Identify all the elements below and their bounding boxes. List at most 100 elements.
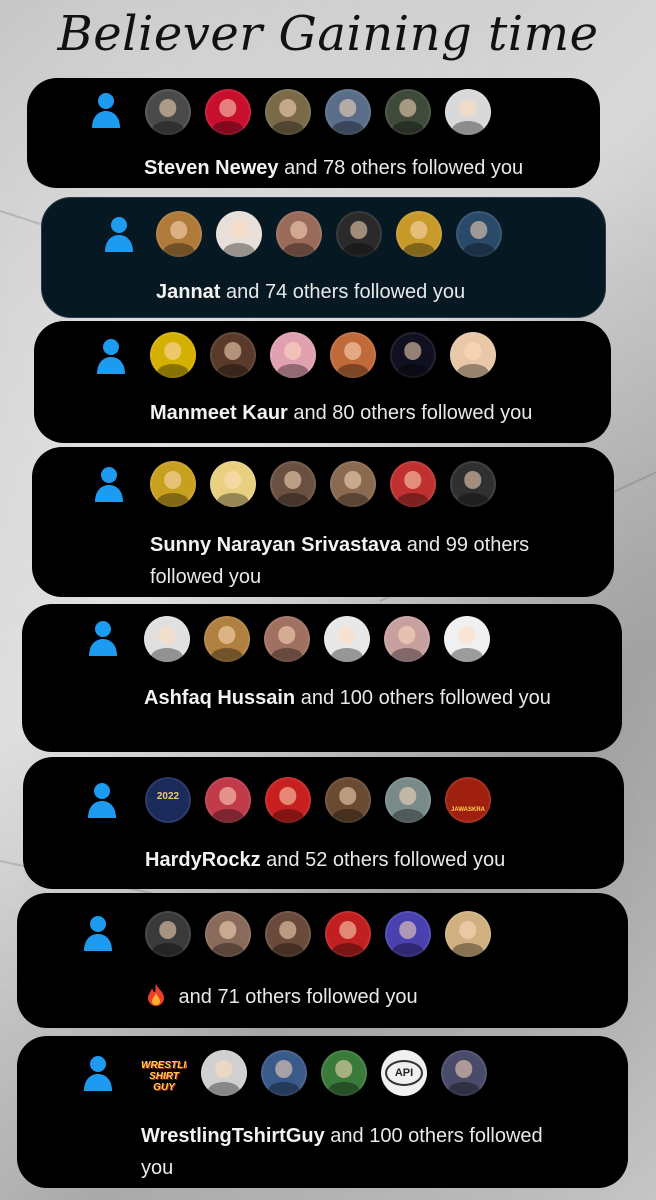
follower-avatar[interactable] — [330, 461, 376, 507]
follower-name[interactable]: WrestlingTshirtGuy — [141, 1125, 325, 1147]
follower-avatar[interactable] — [445, 89, 491, 135]
follower-avatar[interactable] — [276, 211, 322, 257]
follower-avatar[interactable] — [324, 616, 370, 662]
follower-avatar[interactable] — [204, 616, 250, 662]
notification-text[interactable]: Sunny Narayan Srivastava and 99 others f… — [150, 529, 590, 593]
follower-avatar[interactable] — [330, 332, 376, 378]
follower-avatar[interactable] — [150, 332, 196, 378]
follow-notification-card[interactable]: and 71 others followed you — [17, 893, 628, 1028]
follower-avatar[interactable] — [321, 1050, 367, 1096]
avatar-face — [350, 221, 368, 239]
follower-avatar[interactable] — [216, 211, 262, 257]
follower-avatar[interactable] — [384, 616, 430, 662]
notification-text[interactable]: HardyRockz and 52 others followed you — [145, 844, 605, 876]
follower-avatar[interactable] — [150, 461, 196, 507]
avatar-face — [224, 471, 242, 489]
follower-avatar[interactable] — [270, 461, 316, 507]
follower-avatar[interactable] — [210, 332, 256, 378]
follower-avatar[interactable]: WRESTLING SHIRT GUY — [141, 1050, 187, 1096]
avatar-face — [344, 471, 362, 489]
avatar-body — [402, 243, 436, 257]
follower-avatar[interactable] — [205, 89, 251, 135]
follower-name[interactable]: Manmeet Kaur — [150, 402, 288, 424]
follower-avatar[interactable] — [144, 616, 190, 662]
follower-avatar[interactable] — [145, 89, 191, 135]
notification-text[interactable]: Jannat and 74 others followed you — [156, 276, 596, 308]
avatar-body — [327, 1082, 361, 1096]
avatar-body — [156, 364, 190, 378]
follower-avatar[interactable] — [444, 616, 490, 662]
follower-name[interactable]: Ashfaq Hussain — [144, 687, 295, 709]
follower-avatar[interactable] — [265, 89, 311, 135]
avatar-face — [455, 1060, 473, 1078]
follower-avatar[interactable] — [441, 1050, 487, 1096]
follower-avatar[interactable] — [265, 911, 311, 957]
avatar-face — [399, 921, 417, 939]
follower-name[interactable]: Jannat — [156, 281, 220, 303]
follower-avatar[interactable] — [145, 911, 191, 957]
avatar-body — [396, 364, 430, 378]
person-icon — [81, 1053, 115, 1093]
avatar-body — [151, 121, 185, 135]
follower-avatar[interactable] — [325, 911, 371, 957]
notification-text[interactable]: and 71 others followed you — [145, 981, 585, 1013]
follower-avatar[interactable] — [396, 211, 442, 257]
follower-avatar[interactable] — [385, 777, 431, 823]
follower-avatar[interactable] — [390, 332, 436, 378]
follower-avatar[interactable] — [264, 616, 310, 662]
notification-suffix: and 100 others followed you — [295, 687, 551, 709]
follower-avatar[interactable]: 2022 — [145, 777, 191, 823]
avatar-body — [396, 493, 430, 507]
follower-avatar[interactable] — [385, 89, 431, 135]
follower-name[interactable]: Sunny Narayan Srivastava — [150, 534, 401, 556]
avatar-body — [450, 648, 484, 662]
follow-notification-card[interactable]: 2022 JAWASKRA HardyRockz and 52 others fo… — [23, 757, 624, 889]
follower-name[interactable]: HardyRockz — [145, 849, 261, 871]
notification-text[interactable]: Ashfaq Hussain and 100 others followed y… — [144, 682, 594, 714]
follower-avatar[interactable] — [205, 777, 251, 823]
follower-avatar[interactable] — [325, 777, 371, 823]
avatar-face — [338, 626, 356, 644]
avatar-face — [404, 342, 422, 360]
follower-avatar[interactable] — [270, 332, 316, 378]
follower-avatar[interactable]: API — [381, 1050, 427, 1096]
follow-notification-card[interactable]: Sunny Narayan Srivastava and 99 others f… — [32, 447, 614, 597]
avatar-logo-text: 2022 — [156, 791, 180, 802]
follower-avatar[interactable] — [210, 461, 256, 507]
follow-notification-card[interactable]: Manmeet Kaur and 80 others followed you — [34, 321, 611, 443]
follower-avatar[interactable] — [385, 911, 431, 957]
avatar-body — [267, 1082, 301, 1096]
avatar-face — [218, 626, 236, 644]
follower-avatar[interactable] — [450, 332, 496, 378]
follower-avatar[interactable] — [325, 89, 371, 135]
follower-avatar[interactable] — [450, 461, 496, 507]
follower-avatar[interactable] — [205, 911, 251, 957]
follower-avatar[interactable] — [261, 1050, 307, 1096]
follow-notification-card[interactable]: WRESTLING SHIRT GUY API WrestlingTshirtGu… — [17, 1036, 628, 1188]
follower-avatar[interactable] — [336, 211, 382, 257]
avatar-face — [339, 921, 357, 939]
avatar-face — [279, 787, 297, 805]
follower-avatar[interactable] — [156, 211, 202, 257]
follower-avatars — [150, 461, 496, 507]
avatar-face — [159, 921, 177, 939]
follower-avatar[interactable] — [265, 777, 311, 823]
avatar-face — [399, 99, 417, 117]
person-icon — [86, 618, 120, 658]
follow-notification-card[interactable]: Steven Newey and 78 others followed you — [27, 78, 600, 188]
follow-notification-card[interactable]: Jannat and 74 others followed you — [41, 197, 606, 318]
avatar-body — [150, 648, 184, 662]
follower-avatar[interactable] — [445, 911, 491, 957]
follower-name[interactable]: Steven Newey — [144, 157, 279, 179]
follower-avatar[interactable] — [456, 211, 502, 257]
follow-notification-card[interactable]: Ashfaq Hussain and 100 others followed y… — [22, 604, 622, 752]
avatar-body — [211, 809, 245, 823]
avatar-face — [170, 221, 188, 239]
notification-text[interactable]: Steven Newey and 78 others followed you — [144, 152, 584, 184]
follower-avatar[interactable] — [390, 461, 436, 507]
avatar-face — [215, 1060, 233, 1078]
notification-text[interactable]: Manmeet Kaur and 80 others followed you — [150, 397, 600, 429]
notification-text[interactable]: WrestlingTshirtGuy and 100 others follow… — [141, 1120, 571, 1184]
follower-avatar[interactable] — [201, 1050, 247, 1096]
follower-avatar[interactable]: JAWASKRA — [445, 777, 491, 823]
